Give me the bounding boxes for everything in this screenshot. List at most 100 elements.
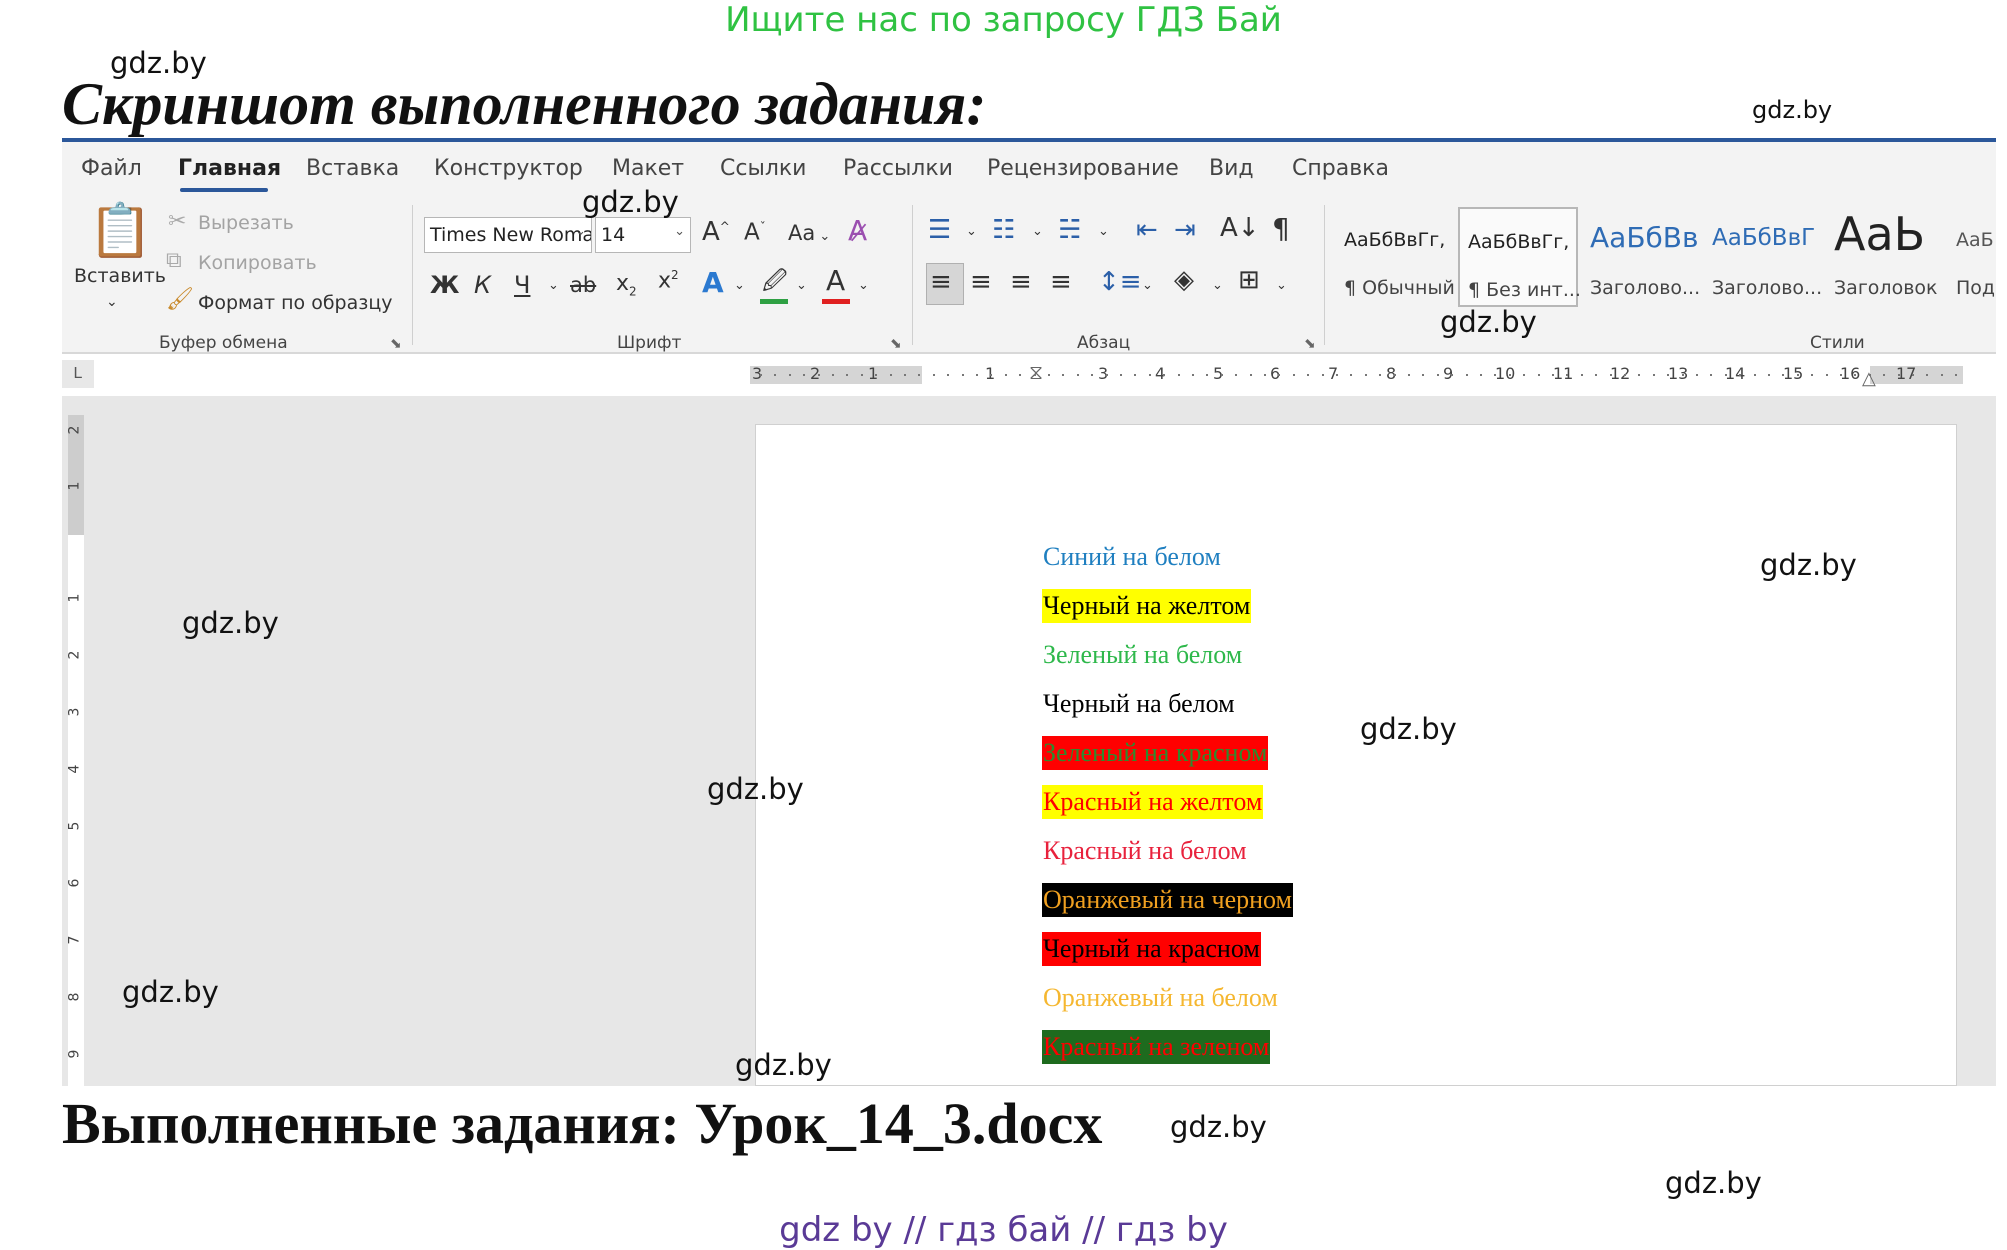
- bold-button[interactable]: Ж: [430, 273, 459, 297]
- tab-references[interactable]: Ссылки: [720, 156, 806, 181]
- italic-button[interactable]: К: [474, 273, 491, 297]
- style-subtitle[interactable]: АаБ Подз: [1948, 207, 1996, 307]
- doc-line[interactable]: Черный на красном: [1042, 932, 1261, 966]
- ruler-tick: [1149, 374, 1151, 376]
- highlight-icon[interactable]: 🖉: [762, 269, 788, 293]
- chevron-down-icon[interactable]: ⌄: [548, 279, 559, 292]
- chevron-down-icon[interactable]: ⌄: [106, 295, 118, 309]
- style-heading-2[interactable]: АаБбВвГ Заголово...: [1704, 207, 1824, 307]
- align-center-icon[interactable]: ≡: [970, 269, 992, 295]
- tab-home[interactable]: Главная: [178, 156, 281, 181]
- ruler-tick: [1595, 374, 1597, 376]
- paste-icon[interactable]: 📋: [88, 205, 153, 257]
- watermark: gdz.by: [122, 975, 219, 1009]
- tab-layout[interactable]: Макет: [612, 156, 684, 181]
- style-title[interactable]: АаЬ Заголовок: [1826, 207, 1946, 307]
- tab-help[interactable]: Справка: [1292, 156, 1389, 181]
- document-page[interactable]: [755, 424, 1957, 1086]
- decrease-indent-icon[interactable]: ⇤: [1136, 217, 1158, 243]
- ruler-tick: [1278, 374, 1280, 376]
- tab-mailings[interactable]: Рассылки: [843, 156, 953, 181]
- ruler-number: 16: [1840, 364, 1861, 383]
- doc-line[interactable]: Оранжевый на белом: [1042, 981, 1279, 1015]
- pilcrow-icon[interactable]: ¶: [1272, 215, 1290, 243]
- chevron-down-icon[interactable]: ⌄: [966, 225, 977, 238]
- copy-button[interactable]: Копировать: [198, 252, 317, 274]
- increase-indent-icon[interactable]: ⇥: [1174, 217, 1196, 243]
- tab-insert[interactable]: Вставка: [306, 156, 399, 181]
- chevron-down-icon[interactable]: ⌄: [1276, 279, 1287, 292]
- cut-button[interactable]: Вырезать: [198, 212, 294, 234]
- dialog-launcher-icon[interactable]: ⬊: [890, 335, 902, 352]
- chevron-down-icon[interactable]: ⌄: [1032, 225, 1043, 238]
- subscript-button[interactable]: x2: [616, 272, 637, 297]
- change-case-button[interactable]: Aa ⌄: [788, 223, 830, 244]
- ruler-tick: [846, 374, 848, 376]
- multilevel-list-icon[interactable]: ☵: [1058, 217, 1081, 243]
- style-name: Подз: [1956, 277, 1996, 299]
- doc-line[interactable]: Красный на белом: [1042, 834, 1248, 868]
- chevron-down-icon[interactable]: ⌄: [1098, 225, 1109, 238]
- doc-line[interactable]: Красный на желтом: [1042, 785, 1264, 819]
- chevron-down-icon[interactable]: ⌄: [796, 279, 807, 292]
- strikethrough-button[interactable]: ab: [570, 275, 596, 296]
- doc-line[interactable]: Черный на желтом: [1042, 589, 1252, 623]
- group-label-clipboard: Буфер обмена: [159, 333, 288, 353]
- dialog-launcher-icon[interactable]: ⬊: [390, 335, 402, 352]
- tab-selector[interactable]: L: [62, 360, 94, 388]
- style-no-spacing[interactable]: АаБбВвГг, ¶ Без инт...: [1458, 207, 1581, 307]
- text-effects-icon[interactable]: A: [702, 269, 724, 297]
- tab-view[interactable]: Вид: [1209, 156, 1254, 181]
- underline-button[interactable]: Ч: [514, 273, 530, 297]
- align-right-icon[interactable]: ≡: [1010, 269, 1032, 295]
- shading-icon[interactable]: ◈: [1174, 267, 1194, 293]
- doc-line[interactable]: Черный на белом: [1042, 687, 1236, 721]
- align-left-icon: ≡: [930, 267, 952, 297]
- right-indent-marker-icon[interactable]: △: [1862, 368, 1876, 389]
- ruler-tick: [789, 374, 791, 376]
- clear-formatting-icon[interactable]: A̷: [848, 217, 867, 245]
- font-name-dropdown[interactable]: Times New Roman ⌄: [424, 217, 592, 253]
- numbering-icon[interactable]: ☷: [992, 217, 1015, 243]
- line-spacing-icon[interactable]: ↕≡: [1098, 269, 1142, 295]
- ruler-tick: [1941, 374, 1943, 376]
- ruler-tick: [990, 374, 992, 376]
- doc-line[interactable]: Синий на белом: [1042, 540, 1222, 574]
- chevron-down-icon[interactable]: ⌄: [858, 279, 869, 292]
- paste-button[interactable]: Вставить: [74, 265, 166, 287]
- watermark: gdz.by: [707, 772, 804, 806]
- tab-file[interactable]: Файл: [81, 156, 142, 181]
- bottom-links[interactable]: gdz by // гдз бай // гдз by: [0, 1210, 2007, 1250]
- sort-icon[interactable]: A↓: [1220, 215, 1260, 241]
- bullets-icon[interactable]: ☰: [928, 217, 951, 243]
- format-painter-button[interactable]: Формат по образцу: [198, 292, 393, 314]
- chevron-down-icon[interactable]: ⌄: [734, 279, 745, 292]
- doc-line[interactable]: Красный на зеленом: [1042, 1030, 1271, 1064]
- ruler-tick: [1048, 374, 1050, 376]
- style-name: ¶ Обычный: [1344, 277, 1455, 299]
- doc-line[interactable]: Зеленый на красном: [1042, 736, 1269, 770]
- tab-design[interactable]: Конструктор: [434, 156, 583, 181]
- ribbon: 📋 Вставить ⌄ ✂ Вырезать ⧉ Копировать 🖌 Ф…: [62, 197, 1996, 354]
- style-normal[interactable]: АаБбВвГг, ¶ Обычный: [1336, 207, 1456, 307]
- borders-icon[interactable]: ⊞: [1238, 267, 1260, 293]
- style-heading-1[interactable]: АаБбВв Заголово...: [1582, 207, 1702, 307]
- font-color-icon[interactable]: A: [826, 267, 845, 295]
- ruler-tick: [1739, 374, 1741, 376]
- ruler-tick: [1192, 374, 1194, 376]
- ruler-tick: [1552, 374, 1554, 376]
- indent-marker-icon[interactable]: ⧖: [1029, 362, 1043, 385]
- justify-icon[interactable]: ≡: [1050, 269, 1072, 295]
- ruler-tick: [1926, 374, 1928, 376]
- doc-line[interactable]: Оранжевый на черном: [1042, 883, 1293, 917]
- footer-title: Выполненные задания: Урок_14_3.docx: [62, 1091, 1103, 1156]
- dialog-launcher-icon[interactable]: ⬊: [1304, 335, 1316, 352]
- chevron-down-icon[interactable]: ⌄: [1142, 279, 1153, 292]
- font-size-dropdown[interactable]: 14 ⌄: [595, 217, 691, 253]
- grow-font-icon[interactable]: A^: [702, 219, 730, 245]
- chevron-down-icon[interactable]: ⌄: [1212, 279, 1223, 292]
- doc-line[interactable]: Зеленый на белом: [1042, 638, 1244, 672]
- tab-review[interactable]: Рецензирование: [987, 156, 1179, 181]
- superscript-button[interactable]: x2: [658, 269, 679, 292]
- shrink-font-icon[interactable]: Aˇ: [744, 221, 766, 245]
